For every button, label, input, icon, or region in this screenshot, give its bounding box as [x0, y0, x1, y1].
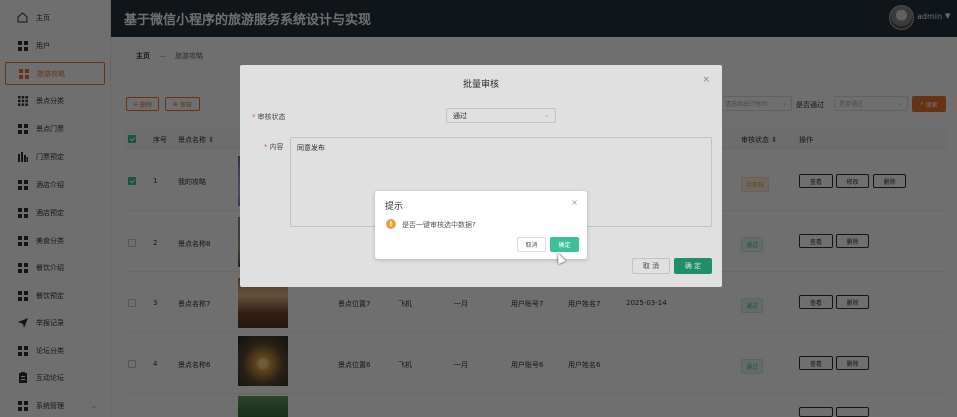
confirm-ok-button[interactable]: 确定: [550, 237, 579, 252]
close-icon[interactable]: ×: [571, 198, 578, 207]
confirm-title: 提示: [385, 202, 404, 212]
confirm-message: 是否一键审核选中数据?: [402, 221, 476, 229]
confirm-cancel-button[interactable]: 取消: [517, 237, 546, 252]
confirm-dialog: 提示 × ! 是否一键审核选中数据? 取消 确定: [375, 191, 587, 259]
warning-icon: !: [386, 219, 396, 229]
